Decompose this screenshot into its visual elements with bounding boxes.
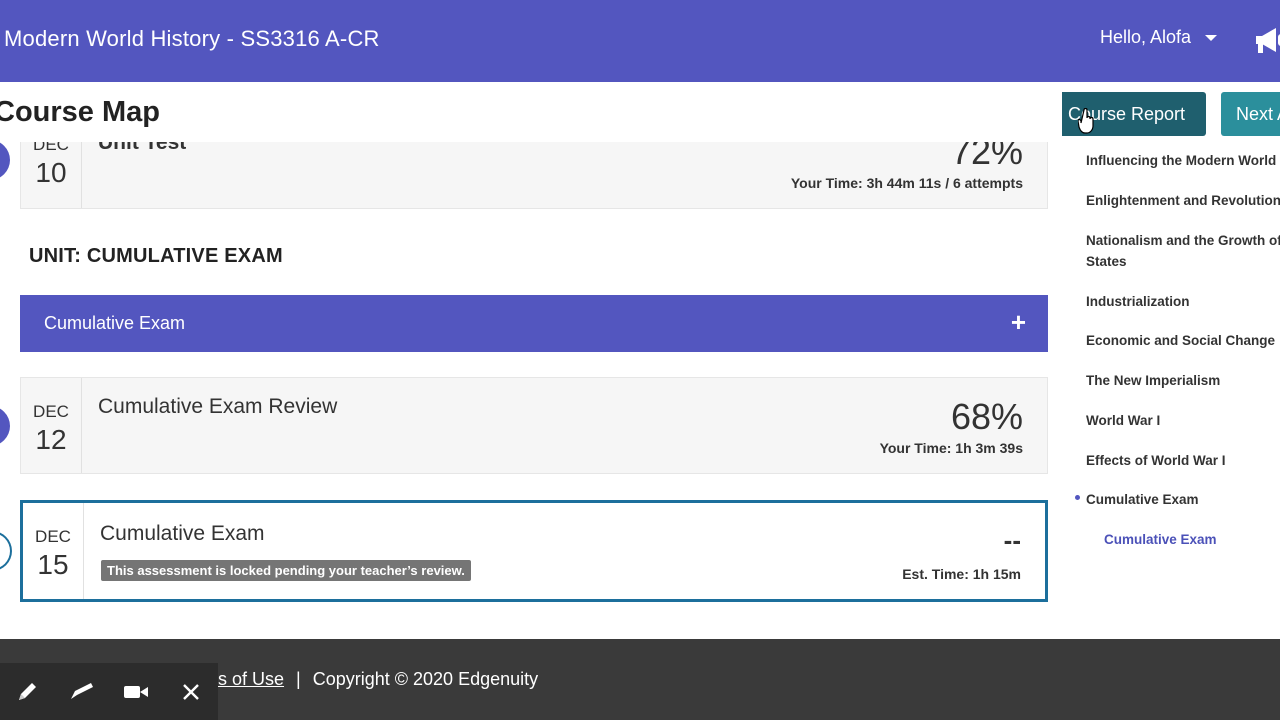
next-activity-button[interactable]: Next A <box>1221 92 1280 136</box>
footer-links: s of Use | Copyright © 2020 Edgenuity <box>218 669 538 690</box>
activity-card-exam-review[interactable]: DEC 12 Cumulative Exam Review 68% Your T… <box>20 377 1048 474</box>
sidebar-item-world-war-i[interactable]: World War I <box>1086 410 1160 431</box>
footer-separator: | <box>296 669 301 689</box>
sidebar-item-cumulative-exam[interactable]: Cumulative Exam <box>1086 489 1199 510</box>
unit-bar[interactable]: Cumulative Exam + <box>20 295 1048 352</box>
chevron-down-icon <box>1205 34 1218 41</box>
activity-time: Your Time: 3h 44m 11s / 6 attempts <box>790 175 1023 191</box>
sidebar-item-industrialization[interactable]: Industrialization <box>1086 291 1190 312</box>
course-title: Modern World History - SS3316 A-CR <box>4 26 380 51</box>
pencil-tool[interactable] <box>0 663 55 720</box>
copyright-text: Copyright © 2020 Edgenuity <box>312 669 539 689</box>
locked-status-badge: This assessment is locked pending your t… <box>101 560 471 581</box>
top-header: Modern World History - SS3316 A-CR Hello… <box>0 0 1280 82</box>
activity-score: 68% <box>950 396 1023 437</box>
current-unit-bullet <box>1075 495 1080 500</box>
video-camera-icon <box>124 685 149 698</box>
annotation-toolbar <box>0 663 218 720</box>
expand-plus-icon[interactable]: + <box>1011 307 1026 338</box>
close-tool[interactable] <box>164 663 219 720</box>
video-tool[interactable] <box>109 663 164 720</box>
sidebar-item-influencing[interactable]: Influencing the Modern World <box>1086 150 1276 171</box>
unit-heading: UNIT: CUMULATIVE EXAM <box>29 245 283 267</box>
date-day: 15 <box>37 549 69 580</box>
megaphone-icon[interactable] <box>1252 24 1280 56</box>
sidebar-item-imperialism[interactable]: The New Imperialism <box>1086 370 1220 391</box>
sidebar-item-enlightenment[interactable]: Enlightenment and Revolution <box>1086 190 1280 211</box>
user-greeting: Hello, Alofa <box>1100 27 1192 47</box>
sidebar-item-nationalism-cont[interactable]: States <box>1086 251 1127 272</box>
activity-date: DEC 15 <box>23 503 84 599</box>
sidebar-item-effects-wwi[interactable]: Effects of World War I <box>1086 450 1226 471</box>
activity-time: Your Time: 1h 3m 39s <box>879 440 1023 456</box>
terms-of-use-link[interactable]: s of Use <box>218 669 284 689</box>
activity-date: DEC 12 <box>21 378 82 473</box>
user-menu[interactable]: Hello, Alofa <box>1100 27 1218 48</box>
timeline-ring <box>0 531 12 571</box>
highlighter-tool[interactable] <box>55 663 110 720</box>
highlighter-icon <box>70 682 93 699</box>
activity-name: Cumulative Exam Review <box>98 395 338 418</box>
pencil-icon <box>19 682 37 700</box>
date-month: DEC <box>33 402 69 421</box>
activity-score: -- <box>1003 525 1021 555</box>
close-icon <box>182 683 199 700</box>
sidebar-item-nationalism[interactable]: Nationalism and the Growth of <box>1086 230 1280 251</box>
sidebar-subitem-cumulative-exam[interactable]: Cumulative Exam <box>1104 532 1217 547</box>
timeline-dot <box>0 406 10 446</box>
activity-est-time: Est. Time: 1h 15m <box>902 566 1021 582</box>
activity-name: Cumulative Exam <box>100 522 265 545</box>
hand-cursor-icon <box>1078 108 1094 134</box>
next-label: Next A <box>1236 103 1280 124</box>
unit-bar-label: Cumulative Exam <box>44 313 186 333</box>
page-title-overlay: Course Map <box>0 96 160 128</box>
timeline-dot <box>0 140 10 180</box>
date-day: 12 <box>35 424 67 455</box>
sidebar-item-economic-social[interactable]: Economic and Social Change <box>1086 330 1275 351</box>
date-month: DEC <box>35 527 71 546</box>
date-day: 10 <box>35 157 67 188</box>
activity-card-cumulative-exam[interactable]: DEC 15 Cumulative Exam This assessment i… <box>20 500 1048 602</box>
